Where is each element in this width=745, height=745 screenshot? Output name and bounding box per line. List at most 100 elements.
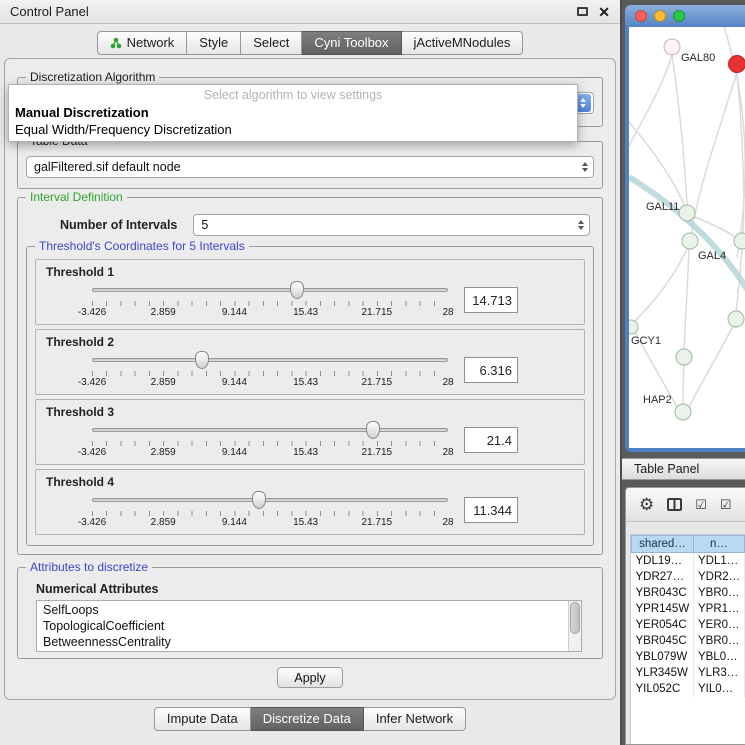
attribute-list-item[interactable]: TopologicalCoefficient <box>37 618 581 634</box>
select-all-icon[interactable]: ☑ <box>695 497 707 513</box>
columns-icon[interactable] <box>667 498 682 511</box>
table-cell[interactable]: YDL1… <box>694 553 745 569</box>
table-cell[interactable]: YDL19… <box>632 553 694 569</box>
slider-thumb[interactable] <box>252 491 266 509</box>
table-cell[interactable]: YBR0… <box>694 633 745 649</box>
group-title: Threshold's Coordinates for 5 Intervals <box>35 239 249 253</box>
tab-select[interactable]: Select <box>241 31 302 55</box>
tick-label: 2.859 <box>151 447 176 458</box>
network-node[interactable] <box>682 233 698 249</box>
threshold-slider[interactable]: -3.4262.8599.14415.4321.71528 <box>92 490 448 530</box>
table-cell[interactable]: YER0… <box>694 617 745 633</box>
table-cell[interactable]: YPR145W <box>632 601 694 617</box>
table-row[interactable]: YBR043CYBR0… <box>632 585 745 601</box>
tab-style[interactable]: Style <box>187 31 241 55</box>
column-header-name[interactable]: n… <box>694 536 745 553</box>
network-node[interactable] <box>734 233 745 249</box>
gear-icon[interactable]: ⚙ <box>639 496 654 513</box>
tick-label: -3.426 <box>78 517 106 528</box>
node-table-area: shared… n… YDL19…YDL1…YDR27…YDR2…YBR043C… <box>630 534 745 744</box>
table-data-combobox[interactable]: galFiltered.sif default node <box>26 156 594 178</box>
float-window-icon[interactable] <box>577 7 588 16</box>
tab-jactivemnodules[interactable]: jActiveMNodules <box>402 31 524 55</box>
tick-label: -3.426 <box>78 377 106 388</box>
table-cell[interactable]: YBR043C <box>632 585 694 601</box>
table-cell[interactable]: YBR0… <box>694 585 745 601</box>
threshold-slider[interactable]: -3.4262.8599.14415.4321.71528 <box>92 280 448 320</box>
network-node[interactable] <box>676 349 692 365</box>
table-cell[interactable]: YLR345W <box>632 665 694 681</box>
slider-thumb[interactable] <box>290 281 304 299</box>
table-cell[interactable]: YIL0… <box>694 681 745 697</box>
slider-tick-labels: -3.4262.8599.14415.4321.71528 <box>92 307 448 319</box>
table-cell[interactable]: YPR1… <box>694 601 745 617</box>
table-row[interactable]: YPR145WYPR1… <box>632 601 745 617</box>
dropdown-item-manual-discretization[interactable]: Manual Discretization <box>9 104 577 121</box>
select-columns-icon[interactable]: ☑ <box>720 497 732 513</box>
apply-button[interactable]: Apply <box>277 667 343 688</box>
node-label[interactable]: GCY1 <box>631 335 661 347</box>
table-cell[interactable]: YDR2… <box>694 569 745 585</box>
threshold-value-field[interactable]: 21.4 <box>464 427 518 453</box>
attribute-list-item[interactable]: SelfLoops <box>37 602 581 618</box>
table-row[interactable]: YDL19…YDL1… <box>632 553 745 569</box>
table-row[interactable]: YIL052CYIL0… <box>632 681 745 697</box>
network-node[interactable] <box>664 39 680 55</box>
tab-infer-network[interactable]: Infer Network <box>364 707 466 731</box>
network-node[interactable] <box>728 311 744 327</box>
table-row[interactable]: YLR345WYLR3… <box>632 665 745 681</box>
table-cell[interactable]: YIL052C <box>632 681 694 697</box>
slider-thumb[interactable] <box>195 351 209 369</box>
minimize-traffic-light-icon[interactable] <box>654 10 666 22</box>
table-cell[interactable]: YLR3… <box>694 665 745 681</box>
table-panel-header: Table Panel <box>622 458 745 480</box>
slider-track[interactable] <box>92 288 448 292</box>
tick-label: 2.859 <box>151 517 176 528</box>
scrollbar[interactable] <box>568 601 581 651</box>
network-node-selected[interactable] <box>729 56 745 73</box>
scrollbar-thumb[interactable] <box>570 602 580 634</box>
threshold-slider[interactable]: -3.4262.8599.14415.4321.71528 <box>92 350 448 390</box>
table-row[interactable]: YBR045CYBR0… <box>632 633 745 649</box>
dropdown-item-equal-width-frequency[interactable]: Equal Width/Frequency Discretization <box>9 121 577 138</box>
column-header-shared[interactable]: shared… <box>632 536 694 553</box>
slider-track[interactable] <box>92 358 448 362</box>
close-traffic-light-icon[interactable] <box>635 10 647 22</box>
slider-thumb[interactable] <box>366 421 380 439</box>
threshold-slider[interactable]: -3.4262.8599.14415.4321.71528 <box>92 420 448 460</box>
network-node[interactable] <box>629 320 638 334</box>
threshold-value-field[interactable]: 14.713 <box>464 287 518 313</box>
tab-cyni-toolbox[interactable]: Cyni Toolbox <box>302 31 401 55</box>
close-icon[interactable]: ✕ <box>598 5 610 19</box>
threshold-label: Threshold 4 <box>46 475 576 489</box>
tab-network[interactable]: Network <box>97 31 188 55</box>
table-cell[interactable]: YBR045C <box>632 633 694 649</box>
tab-impute-data[interactable]: Impute Data <box>154 707 251 731</box>
numerical-attributes-list[interactable]: SelfLoopsTopologicalCoefficientBetweenne… <box>36 600 582 652</box>
table-row[interactable]: YBL079WYBL0… <box>632 649 745 665</box>
tab-discretize-data[interactable]: Discretize Data <box>251 707 364 731</box>
zoom-traffic-light-icon[interactable] <box>673 10 685 22</box>
table-row[interactable]: YDR27…YDR2… <box>632 569 745 585</box>
threshold-value-field[interactable]: 11.344 <box>464 497 518 523</box>
node-label[interactable]: HAP2 <box>643 394 672 406</box>
slider-track[interactable] <box>92 498 448 502</box>
table-cell[interactable]: YER054C <box>632 617 694 633</box>
table-cell[interactable]: YDR27… <box>632 569 694 585</box>
table-cell[interactable]: YBL079W <box>632 649 694 665</box>
number-of-intervals-combobox[interactable]: 5 <box>193 214 590 236</box>
network-canvas[interactable]: GAL80 GAL11 GAL4 GCY1 HAP2 <box>629 27 745 448</box>
tick-label: 21.715 <box>362 307 393 318</box>
table-cell[interactable]: YBL0… <box>694 649 745 665</box>
node-label[interactable]: GAL4 <box>698 250 726 262</box>
table-row[interactable]: YER054CYER0… <box>632 617 745 633</box>
slider-track[interactable] <box>92 428 448 432</box>
node-label[interactable]: GAL80 <box>681 52 715 64</box>
node-label[interactable]: GAL11 <box>646 201 679 213</box>
tab-label: Network <box>127 35 175 50</box>
network-node[interactable] <box>679 205 695 221</box>
threshold-value-field[interactable]: 6.316 <box>464 357 518 383</box>
table-panel-window: ⚙ ☑ ☑ shared… n… YDL19…YDL1…YDR27…YDR2…Y… <box>625 487 745 745</box>
attribute-list-item[interactable]: BetweennessCentrality <box>37 634 581 650</box>
network-node[interactable] <box>675 404 691 420</box>
